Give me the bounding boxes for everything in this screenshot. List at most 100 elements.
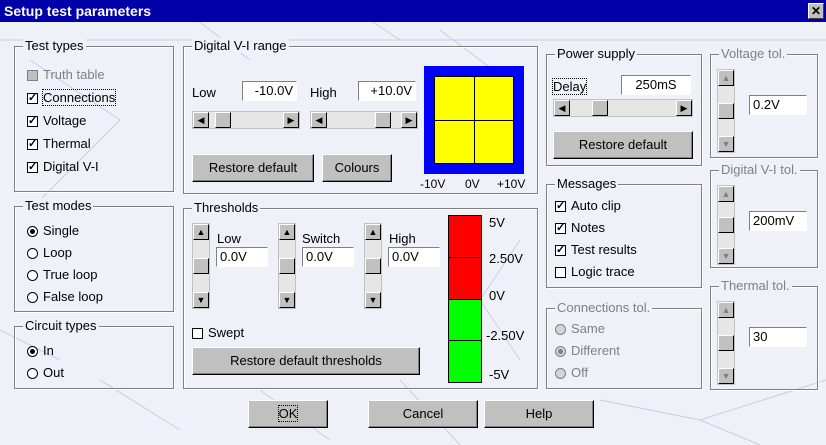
checkbox-test-results[interactable]: ✓ Test results	[555, 242, 637, 257]
digital-vi-tol-field[interactable]: 200mV	[749, 211, 807, 231]
vi-high-field[interactable]: +10.0V	[358, 81, 416, 101]
radio-dot	[27, 226, 38, 238]
checkbox-auto-clip[interactable]: ✓ Auto clip	[555, 198, 621, 213]
checkbox-box: ✓	[555, 244, 566, 257]
vi-high-slider[interactable]: ◀ ▶	[310, 111, 418, 129]
down-arrow-icon[interactable]: ▼	[365, 292, 381, 308]
checkbox-swept[interactable]: Swept	[192, 325, 244, 340]
scale-2-50v: 2.50V	[489, 251, 523, 266]
vi-axis-mid: 0V	[465, 177, 480, 191]
digital-vi-range-legend: Digital V-I range	[192, 38, 289, 53]
checkbox-logic-trace[interactable]: Logic trace	[555, 264, 635, 279]
checkbox-thermal[interactable]: ✓ Thermal	[27, 136, 91, 151]
vi-low-label: Low	[192, 85, 216, 100]
switch-threshold-field[interactable]: 0.0V	[302, 247, 354, 267]
checkbox-digital-vi[interactable]: ✓ Digital V-I	[27, 159, 99, 174]
up-arrow-icon[interactable]: ▲	[718, 70, 734, 86]
spinner-thumb[interactable]	[279, 258, 295, 274]
spinner-thumb[interactable]	[193, 258, 209, 274]
checkbox-connections[interactable]: ✓ Connections	[27, 89, 117, 106]
radio-single[interactable]: Single	[27, 223, 79, 238]
up-arrow-icon[interactable]: ▲	[718, 186, 734, 202]
switch-threshold-label: Switch	[302, 231, 341, 246]
radio-false-loop[interactable]: False loop	[27, 289, 103, 304]
checkbox-box: ✓	[555, 222, 566, 235]
checkbox-voltage[interactable]: ✓ Voltage	[27, 113, 86, 128]
voltage-tol-field[interactable]: 0.2V	[749, 95, 807, 115]
scroll-left-icon[interactable]: ◀	[311, 112, 327, 128]
low-threshold-label: Low	[217, 231, 241, 246]
low-threshold-spinner[interactable]: ▲ ▼	[192, 223, 210, 309]
delay-field[interactable]: 250mS	[621, 75, 691, 95]
thermal-tol-spinner[interactable]: ▲ ▼	[717, 301, 735, 385]
radio-in[interactable]: In	[27, 343, 54, 358]
digital-vi-tol-spinner[interactable]: ▲ ▼	[717, 185, 735, 265]
ok-button[interactable]: OK	[248, 400, 328, 428]
high-threshold-spinner[interactable]: ▲ ▼	[364, 223, 382, 309]
checkbox-box: ✓	[555, 200, 566, 213]
restore-default-vi-button[interactable]: Restore default	[192, 154, 314, 182]
circuit-types-group: Circuit types In Out	[14, 318, 174, 389]
radio-dot	[555, 346, 566, 358]
radio-dot	[27, 368, 38, 380]
power-supply-group: Power supply Delay 250mS ◀ ▶ Restore def…	[546, 46, 702, 166]
help-button[interactable]: Help	[484, 400, 594, 428]
spinner-thumb[interactable]	[718, 217, 734, 233]
switch-threshold-spinner[interactable]: ▲ ▼	[278, 223, 296, 309]
down-arrow-icon[interactable]: ▼	[718, 368, 734, 384]
colours-button[interactable]: Colours	[322, 154, 392, 182]
slider-thumb[interactable]	[375, 112, 391, 128]
threshold-colour-bar	[448, 215, 482, 383]
restore-default-power-button[interactable]: Restore default	[553, 131, 693, 159]
radio-out[interactable]: Out	[27, 365, 64, 380]
spinner-thumb[interactable]	[718, 335, 734, 351]
vi-low-slider[interactable]: ◀ ▶	[192, 111, 300, 129]
low-threshold-field[interactable]: 0.0V	[216, 247, 268, 267]
slider-thumb[interactable]	[592, 100, 608, 116]
slider-thumb[interactable]	[215, 112, 231, 128]
up-arrow-icon[interactable]: ▲	[365, 224, 381, 240]
voltage-tol-group: Voltage tol. ▲ ▼ 0.2V	[710, 46, 818, 158]
scroll-left-icon[interactable]: ◀	[554, 100, 570, 116]
radio-dot	[27, 270, 38, 282]
power-supply-legend: Power supply	[555, 46, 638, 61]
radio-same: Same	[555, 321, 605, 336]
thermal-tol-group: Thermal tol. ▲ ▼ 30	[710, 278, 818, 390]
down-arrow-icon[interactable]: ▼	[193, 292, 209, 308]
digital-vi-tol-legend: Digital V-I tol.	[719, 162, 800, 177]
spinner-thumb[interactable]	[718, 103, 734, 119]
title-bar[interactable]: Setup test parameters ✕	[0, 0, 826, 22]
high-threshold-label: High	[389, 231, 416, 246]
up-arrow-icon[interactable]: ▲	[718, 302, 734, 318]
voltage-tol-spinner[interactable]: ▲ ▼	[717, 69, 735, 153]
spinner-thumb[interactable]	[365, 258, 381, 274]
scale-minus-2-50v: -2.50V	[486, 328, 525, 343]
scale-minus-5v: -5V	[489, 367, 510, 382]
up-arrow-icon[interactable]: ▲	[193, 224, 209, 240]
scroll-left-icon[interactable]: ◀	[193, 112, 209, 128]
circuit-types-legend: Circuit types	[23, 318, 99, 333]
checkbox-notes[interactable]: ✓ Notes	[555, 220, 605, 235]
high-threshold-field[interactable]: 0.0V	[388, 247, 440, 267]
delay-slider[interactable]: ◀ ▶	[553, 99, 693, 117]
restore-default-thresholds-button[interactable]: Restore default thresholds	[192, 347, 420, 375]
down-arrow-icon[interactable]: ▼	[718, 248, 734, 264]
close-icon[interactable]: ✕	[808, 3, 824, 19]
thermal-tol-field[interactable]: 30	[749, 327, 807, 347]
scroll-right-icon[interactable]: ▶	[283, 112, 299, 128]
down-arrow-icon[interactable]: ▼	[718, 136, 734, 152]
up-arrow-icon[interactable]: ▲	[279, 224, 295, 240]
cancel-button[interactable]: Cancel	[368, 400, 478, 428]
vi-low-field[interactable]: -10.0V	[242, 81, 297, 101]
down-arrow-icon[interactable]: ▼	[279, 292, 295, 308]
messages-legend: Messages	[555, 176, 619, 191]
vi-preview-plot	[434, 76, 514, 164]
test-modes-legend: Test modes	[23, 198, 94, 213]
radio-loop[interactable]: Loop	[27, 245, 72, 260]
scroll-right-icon[interactable]: ▶	[401, 112, 417, 128]
checkbox-truth-table: Truth table	[27, 67, 105, 82]
radio-dot	[555, 324, 566, 336]
scroll-right-icon[interactable]: ▶	[676, 100, 692, 116]
radio-true-loop[interactable]: True loop	[27, 267, 97, 282]
messages-group: Messages ✓ Auto clip ✓ Notes ✓ Test results…	[546, 176, 702, 288]
